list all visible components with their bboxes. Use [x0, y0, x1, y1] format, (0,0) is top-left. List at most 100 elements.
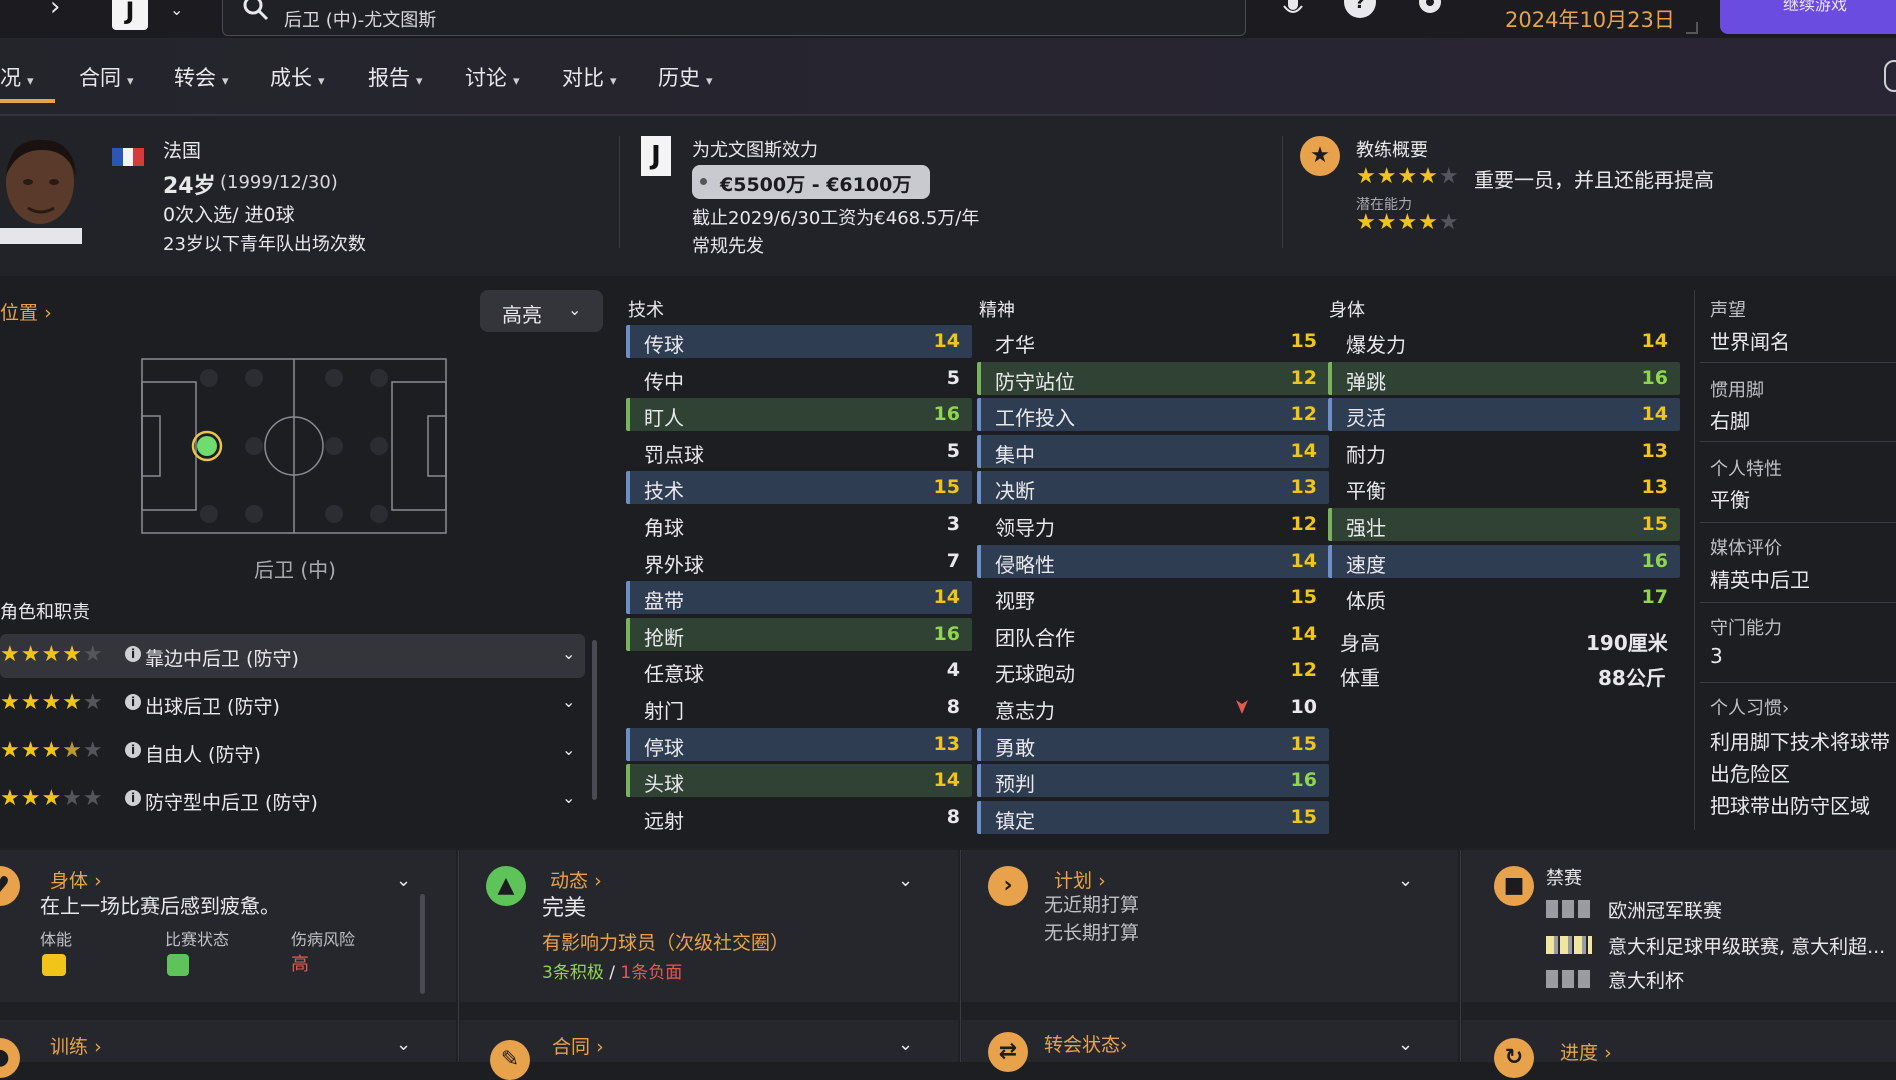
attribute-row[interactable]: 镇定 15 — [977, 801, 1329, 834]
nav-history[interactable]: 历史 ▾ — [658, 62, 713, 92]
attribute-row[interactable]: 技术 15 — [626, 471, 972, 504]
back-chevron-icon[interactable]: › — [50, 0, 60, 22]
role-row[interactable]: ★★★★★ i 自由人 (防守) ⌄ — [0, 730, 585, 774]
divider — [1700, 682, 1896, 683]
role-row[interactable]: ★★★★★ i 出球后卫 (防守) ⌄ — [0, 682, 585, 726]
chevron-down-icon[interactable]: ⌄ — [562, 692, 575, 711]
highlight-dropdown[interactable]: 高亮 ⌄ — [480, 290, 603, 332]
attribute-row[interactable]: 停球 13 — [626, 728, 972, 761]
attribute-row[interactable]: 预判 16 — [977, 764, 1329, 797]
attribute-row[interactable]: 耐力 13 — [1328, 435, 1680, 468]
role-row[interactable]: ★★★★★ i 防守型中后卫 (防守) ⌄ — [0, 778, 585, 822]
attribute-row[interactable]: 射门 8 — [626, 691, 972, 724]
nav-development[interactable]: 成长 ▾ — [270, 62, 325, 92]
attribute-row[interactable]: 弹跳 16 — [1328, 362, 1680, 395]
attribute-row[interactable]: 侵略性 14 — [977, 545, 1329, 578]
body-title-link[interactable]: 身体 › — [50, 866, 102, 893]
nav-transfer[interactable]: 转会 ▾ — [174, 62, 229, 92]
nav-compare[interactable]: 对比 ▾ — [562, 62, 617, 92]
nav-reports[interactable]: 报告 ▾ — [368, 62, 423, 92]
wage-line[interactable]: 截止2029/6/30工资为€468.5万/年 — [692, 204, 979, 230]
dynamics-title-link[interactable]: 动态 › — [550, 866, 602, 893]
attribute-row[interactable]: 灵活 14 — [1328, 398, 1680, 431]
attribute-row[interactable]: 才华 15 — [977, 325, 1329, 358]
attribute-row[interactable]: 工作投入 12 — [977, 398, 1329, 431]
gear-icon[interactable] — [1412, 0, 1448, 20]
attribute-row[interactable]: 决断 13 — [977, 471, 1329, 504]
attribute-row[interactable]: 团队合作 14 — [977, 618, 1329, 651]
attribute-row[interactable]: 视野 15 — [977, 581, 1329, 614]
pitch-diagram[interactable] — [141, 358, 447, 534]
attribute-row[interactable]: 界外球 7 — [626, 545, 972, 578]
chevron-down-icon[interactable]: ⌄ — [562, 644, 575, 663]
attribute-value: 15 — [1290, 586, 1317, 608]
attribute-row[interactable]: 远射 8 — [626, 801, 972, 834]
value-pill[interactable]: €5500万 - €6100万 — [692, 165, 930, 199]
juventus-crest-icon[interactable]: J — [641, 136, 671, 176]
roles-scrollbar[interactable] — [592, 640, 597, 800]
squad-status[interactable]: 常规先发 — [692, 232, 764, 258]
attribute-row[interactable]: 传球 14 — [626, 325, 972, 358]
info-icon[interactable]: i — [125, 790, 141, 806]
attribute-row[interactable]: 平衡 13 — [1328, 471, 1680, 504]
attribute-row[interactable]: 爆发力 14 — [1328, 325, 1680, 358]
info-icon[interactable]: i — [125, 742, 141, 758]
chevron-down-icon[interactable]: ⌄ — [1398, 1034, 1413, 1055]
suspension-line: 欧洲冠军联赛 — [1608, 900, 1723, 922]
nationality[interactable]: 法国 — [163, 136, 201, 163]
roles-title: 角色和职责 — [0, 602, 90, 623]
club-dropdown-chevron-icon[interactable]: ⌄ — [170, 0, 183, 19]
role-row[interactable]: ★★★★★ i 靠边中后卫 (防守) ⌄ — [0, 634, 585, 678]
training-title-link[interactable]: 训练 › — [50, 1032, 102, 1059]
club-line[interactable]: 为尤文图斯效力 — [692, 136, 818, 162]
svg-text:?: ? — [1355, 0, 1365, 13]
nav-overview[interactable]: 况 ▾ — [0, 62, 34, 92]
divider — [619, 136, 620, 248]
current-date[interactable]: 2024年10月23日 — [1505, 4, 1675, 34]
club-crest-icon[interactable]: J — [112, 0, 148, 30]
transfer-title-link[interactable]: 转会状态› — [1044, 1030, 1128, 1057]
attribute-row[interactable]: 头球 14 — [626, 764, 972, 797]
attribute-row[interactable]: 任意球 4 — [626, 654, 972, 687]
attribute-value: 14 — [933, 330, 960, 352]
help-icon[interactable]: ? — [1343, 0, 1377, 20]
attribute-row[interactable]: 角球 3 — [626, 508, 972, 541]
chevron-down-icon[interactable]: ⌄ — [396, 870, 411, 891]
search-text[interactable]: 后卫 (中)-尤文图斯 — [284, 6, 436, 32]
attribute-row[interactable]: 无球跑动 12 — [977, 654, 1329, 687]
plans-title-link[interactable]: 计划 › — [1054, 866, 1106, 893]
progress-title-link[interactable]: 进度 › — [1560, 1038, 1612, 1065]
chevron-down-icon[interactable]: ⌄ — [396, 1034, 411, 1055]
attribute-row[interactable]: 集中 14 — [977, 435, 1329, 468]
chevron-down-icon[interactable]: ⌄ — [562, 740, 575, 759]
chevron-down-icon[interactable]: ⌄ — [1398, 870, 1413, 891]
attribute-row[interactable]: 罚点球 5 — [626, 435, 972, 468]
card-scrollbar[interactable] — [420, 894, 425, 994]
nav-contract[interactable]: 合同 ▾ — [79, 62, 134, 92]
nav-discuss[interactable]: 讨论 ▾ — [465, 62, 520, 92]
chevron-down-icon[interactable]: ⌄ — [898, 870, 913, 891]
attribute-row[interactable]: 传中 5 — [626, 362, 972, 395]
attribute-row[interactable]: 意志力 10 — [977, 691, 1329, 724]
attribute-row[interactable]: 勇敢 15 — [977, 728, 1329, 761]
chevron-down-icon[interactable]: ⌄ — [562, 788, 575, 807]
info-icon[interactable]: i — [125, 694, 141, 710]
attribute-row[interactable]: 防守站位 12 — [977, 362, 1329, 395]
attribute-row[interactable]: 领导力 12 — [977, 508, 1329, 541]
attribute-row[interactable]: 盘带 14 — [626, 581, 972, 614]
attribute-row[interactable]: 速度 16 — [1328, 545, 1680, 578]
chevron-down-icon[interactable]: ⌄ — [898, 1034, 913, 1055]
attribute-row[interactable]: 强壮 15 — [1328, 508, 1680, 541]
info-icon[interactable]: i — [125, 646, 141, 662]
attribute-value: 8 — [946, 806, 960, 828]
attribute-row[interactable]: 抢断 16 — [626, 618, 972, 651]
attribute-row[interactable]: 体质 17 — [1328, 581, 1680, 614]
habits-link[interactable]: 个人习惯› — [1710, 694, 1789, 720]
microphone-icon[interactable] — [1280, 0, 1306, 20]
scroll-indicator[interactable] — [1884, 60, 1896, 92]
attribute-row[interactable]: 盯人 16 — [626, 398, 972, 431]
position-link[interactable]: 位置 › — [0, 298, 52, 325]
continue-button[interactable]: 继续游戏 — [1720, 0, 1896, 34]
contract-title-link[interactable]: 合同 › — [552, 1032, 604, 1059]
coach-title[interactable]: 教练概要 — [1356, 136, 1428, 162]
